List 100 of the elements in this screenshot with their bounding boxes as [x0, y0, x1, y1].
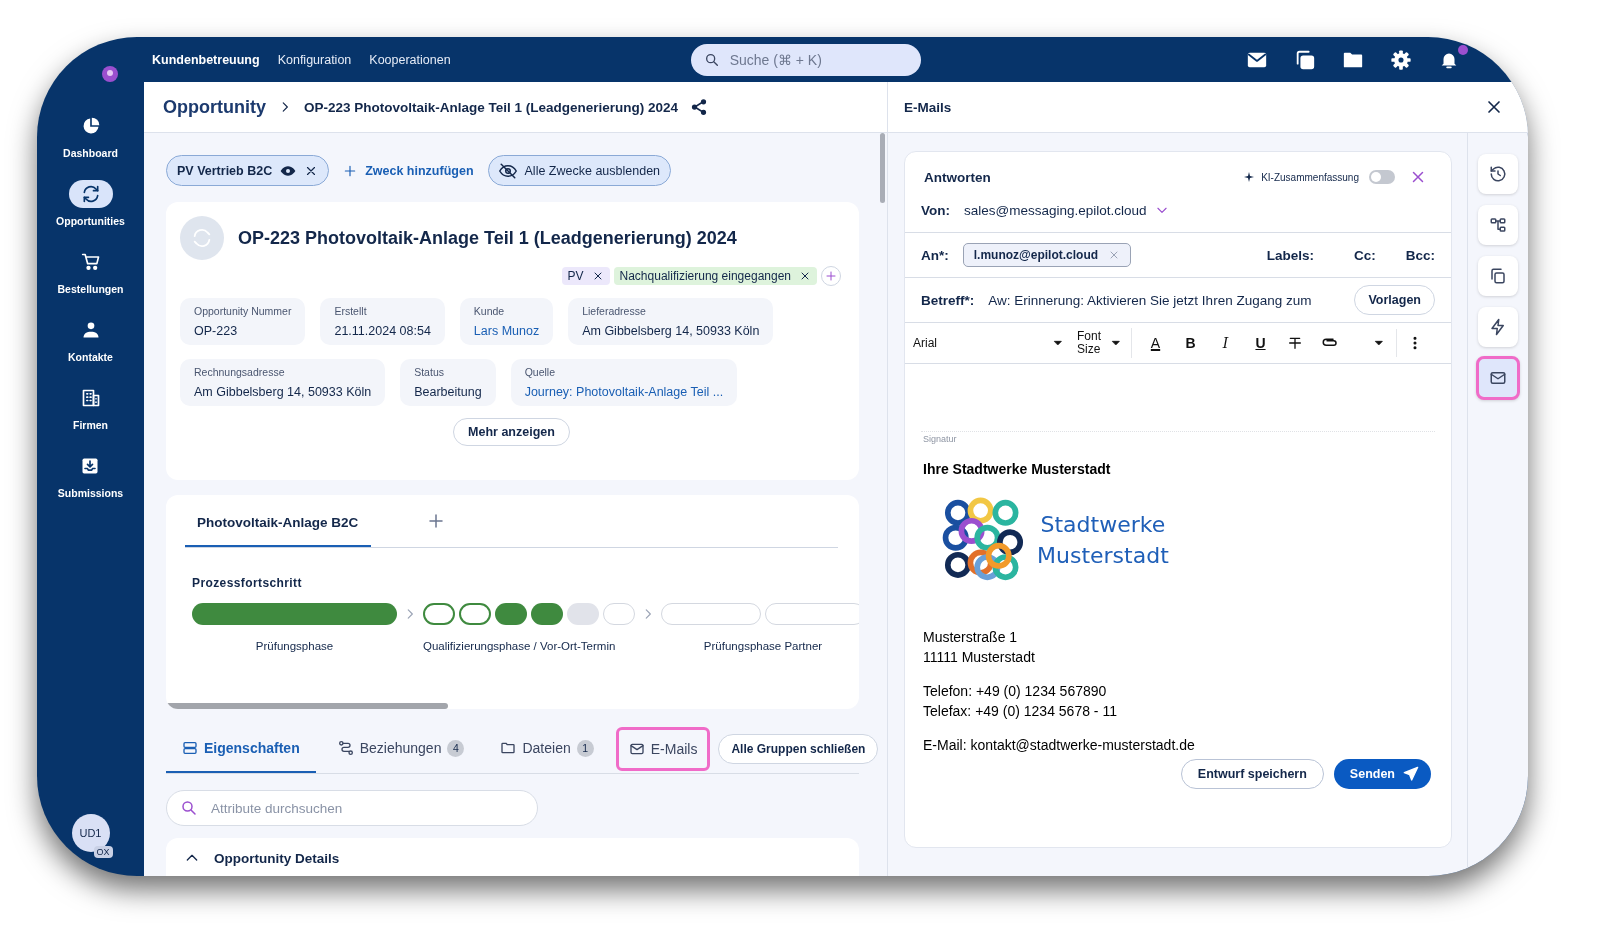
field-link[interactable]: Journey: Photovoltaik-Anlage Teil ... [524, 385, 724, 399]
bcc-label[interactable]: Bcc: [1405, 247, 1435, 263]
tab[interactable]: Eigenschaften [166, 725, 316, 773]
sidebar-item[interactable]: Opportunities [56, 180, 125, 248]
phase-label: Prüfungsphase [254, 639, 335, 654]
building-icon [80, 388, 101, 408]
rail-button[interactable] [1478, 307, 1518, 347]
search-field[interactable]: Attribute durchsuchen [166, 790, 538, 826]
field-link[interactable]: Lars Munoz [473, 324, 540, 338]
avatar-badge-icon [102, 66, 118, 82]
collapse-all-button[interactable]: Alle Gruppen schließen [718, 734, 879, 764]
field-value: Am Gibbelsberg 14, 50933 Köln [582, 324, 760, 338]
italic-button[interactable]: I [1208, 329, 1243, 357]
toggle-switch[interactable] [1369, 170, 1395, 184]
record-title: OP-223 Photovoltaik-Anlage Teil 1 (Leadgenerierung) 2024 [238, 227, 737, 249]
sidebar-item[interactable]: Dashboard [63, 112, 118, 180]
settings-icon[interactable] [1389, 48, 1412, 71]
nav-link[interactable]: Kundenbetreuung [152, 52, 260, 67]
copy-icon [1489, 267, 1507, 285]
sidebar-item[interactable]: Firmen [68, 384, 113, 452]
send-icon [1403, 766, 1419, 782]
notification-dot [1457, 44, 1468, 55]
signature-line: E-Mail: kontakt@stadtwerke-musterstadt.de [923, 736, 1196, 755]
workflow-tab[interactable]: Photovoltaik-Anlage B2C [185, 495, 371, 547]
caret-icon[interactable] [1374, 338, 1384, 348]
mail-icon [1489, 369, 1507, 387]
rail-button[interactable] [1478, 256, 1518, 296]
purpose-chip[interactable]: PV Vertrieb B2C [166, 155, 330, 186]
nav-link[interactable]: Konfiguration [277, 52, 352, 67]
subject-field[interactable]: Aw: Erinnerung: Aktivieren Sie jetzt Ihren Zugang zum [988, 292, 1341, 308]
send-button[interactable]: Senden [1333, 759, 1431, 789]
refresh-icon [191, 227, 213, 249]
phase-label: Prüfungsphase Partner [702, 639, 824, 654]
phase-label: Qualifizierungsphase / Vor-Ort-Termin [423, 639, 617, 654]
save-draft-button[interactable]: Entwurf speichern [1180, 759, 1324, 789]
relations-icon [337, 740, 354, 756]
share-icon[interactable] [690, 98, 709, 116]
signature-line: Telefax: +49 (0) 1234 5678 - 11 [923, 702, 1118, 721]
tab[interactable]: Beziehungen 4 [323, 725, 479, 773]
field-value: OP-223 [194, 324, 239, 338]
sidebar-item[interactable]: Bestellungen [57, 248, 124, 316]
ai-summary-label: KI-Zusammenfassung [1261, 171, 1359, 183]
tab[interactable]: E-Mails [615, 727, 711, 771]
lightning-icon [1489, 318, 1507, 336]
compose-mode: Antworten [924, 169, 991, 185]
mail-icon [628, 741, 645, 757]
scrollbar[interactable] [166, 703, 448, 709]
sender-dropdown[interactable]: sales@messaging.epilot.cloud [964, 202, 1169, 218]
field-label: Quelle [524, 366, 556, 378]
recipient-chip[interactable]: l.munoz@epilot.cloud [962, 243, 1132, 267]
eye-off-icon [498, 161, 517, 180]
tab[interactable]: Dateien 1 [486, 725, 608, 773]
plus-icon[interactable] [427, 512, 445, 530]
signature-label: Signatur [923, 434, 958, 444]
caret-icon [1111, 338, 1121, 348]
templates-button[interactable]: Vorlagen [1354, 285, 1435, 315]
cart-icon [80, 252, 101, 272]
strikethrough-icon[interactable] [1287, 335, 1303, 351]
tag-label: Nachqualifizierung eingegangen [619, 269, 791, 283]
history-icon [1489, 165, 1507, 183]
field-value: Bearbeitung [414, 385, 482, 399]
close-icon[interactable] [799, 270, 811, 282]
plus-icon [343, 163, 358, 178]
bold-button[interactable]: B [1173, 329, 1208, 357]
hierarchy-icon [1489, 216, 1507, 234]
field-label: Erstellt [334, 305, 368, 317]
font-size-dropdown[interactable]: Font Size [1077, 328, 1132, 358]
plus-icon [825, 270, 837, 282]
cc-label[interactable]: Cc: [1353, 247, 1376, 263]
rail-button[interactable] [1478, 205, 1518, 245]
rail-button[interactable] [1476, 356, 1520, 400]
signature-line: Musterstraße 1 [923, 628, 1019, 647]
hide-purposes-button[interactable]: Alle Zwecke ausblenden [487, 155, 672, 186]
nav-link[interactable]: Kooperationen [369, 52, 451, 67]
search-field[interactable]: Suche (⌘ + K) [690, 43, 921, 76]
sidebar-item[interactable]: Kontakte [68, 316, 113, 384]
show-more-button[interactable]: Mehr anzeigen [453, 418, 570, 446]
signature-line: Telefon: +49 (0) 1234 567890 [923, 682, 1108, 701]
panel-title: E-Mails [904, 99, 952, 115]
font-dropdown[interactable]: Arial [913, 336, 1063, 350]
text-color-button[interactable]: A [1138, 329, 1173, 357]
add-purpose-link[interactable]: Zweck hinzufügen [339, 163, 478, 178]
recipient-email: l.munoz@epilot.cloud [973, 248, 1099, 262]
person-icon [80, 320, 101, 340]
labels-label[interactable]: Labels: [1266, 247, 1314, 263]
caret-icon [1053, 338, 1063, 348]
field-label: Opportunity Nummer [194, 305, 292, 317]
group-title: Opportunity Details [214, 850, 340, 866]
field-value: 21.11.2024 08:54 [334, 324, 431, 338]
count-badge: 4 [447, 739, 465, 757]
scrollbar[interactable] [880, 133, 885, 203]
breadcrumb-current: OP-223 Photovoltaik-Anlage Teil 1 (Leadgenerierung) 2024 [304, 99, 679, 115]
sidebar-item[interactable]: Submissions [57, 452, 124, 520]
field-value: Am Gibbelsberg 14, 50933 Köln [194, 385, 372, 399]
field-label: Betreff*: [921, 292, 975, 308]
breadcrumb-link[interactable]: Opportunity [163, 96, 266, 118]
logo-text: Stadtwerke Musterstadt [1037, 511, 1169, 570]
progress-title: Prozessfortschritt [192, 576, 303, 590]
rail-button[interactable] [1478, 154, 1518, 194]
underline-button[interactable]: U [1243, 329, 1278, 357]
